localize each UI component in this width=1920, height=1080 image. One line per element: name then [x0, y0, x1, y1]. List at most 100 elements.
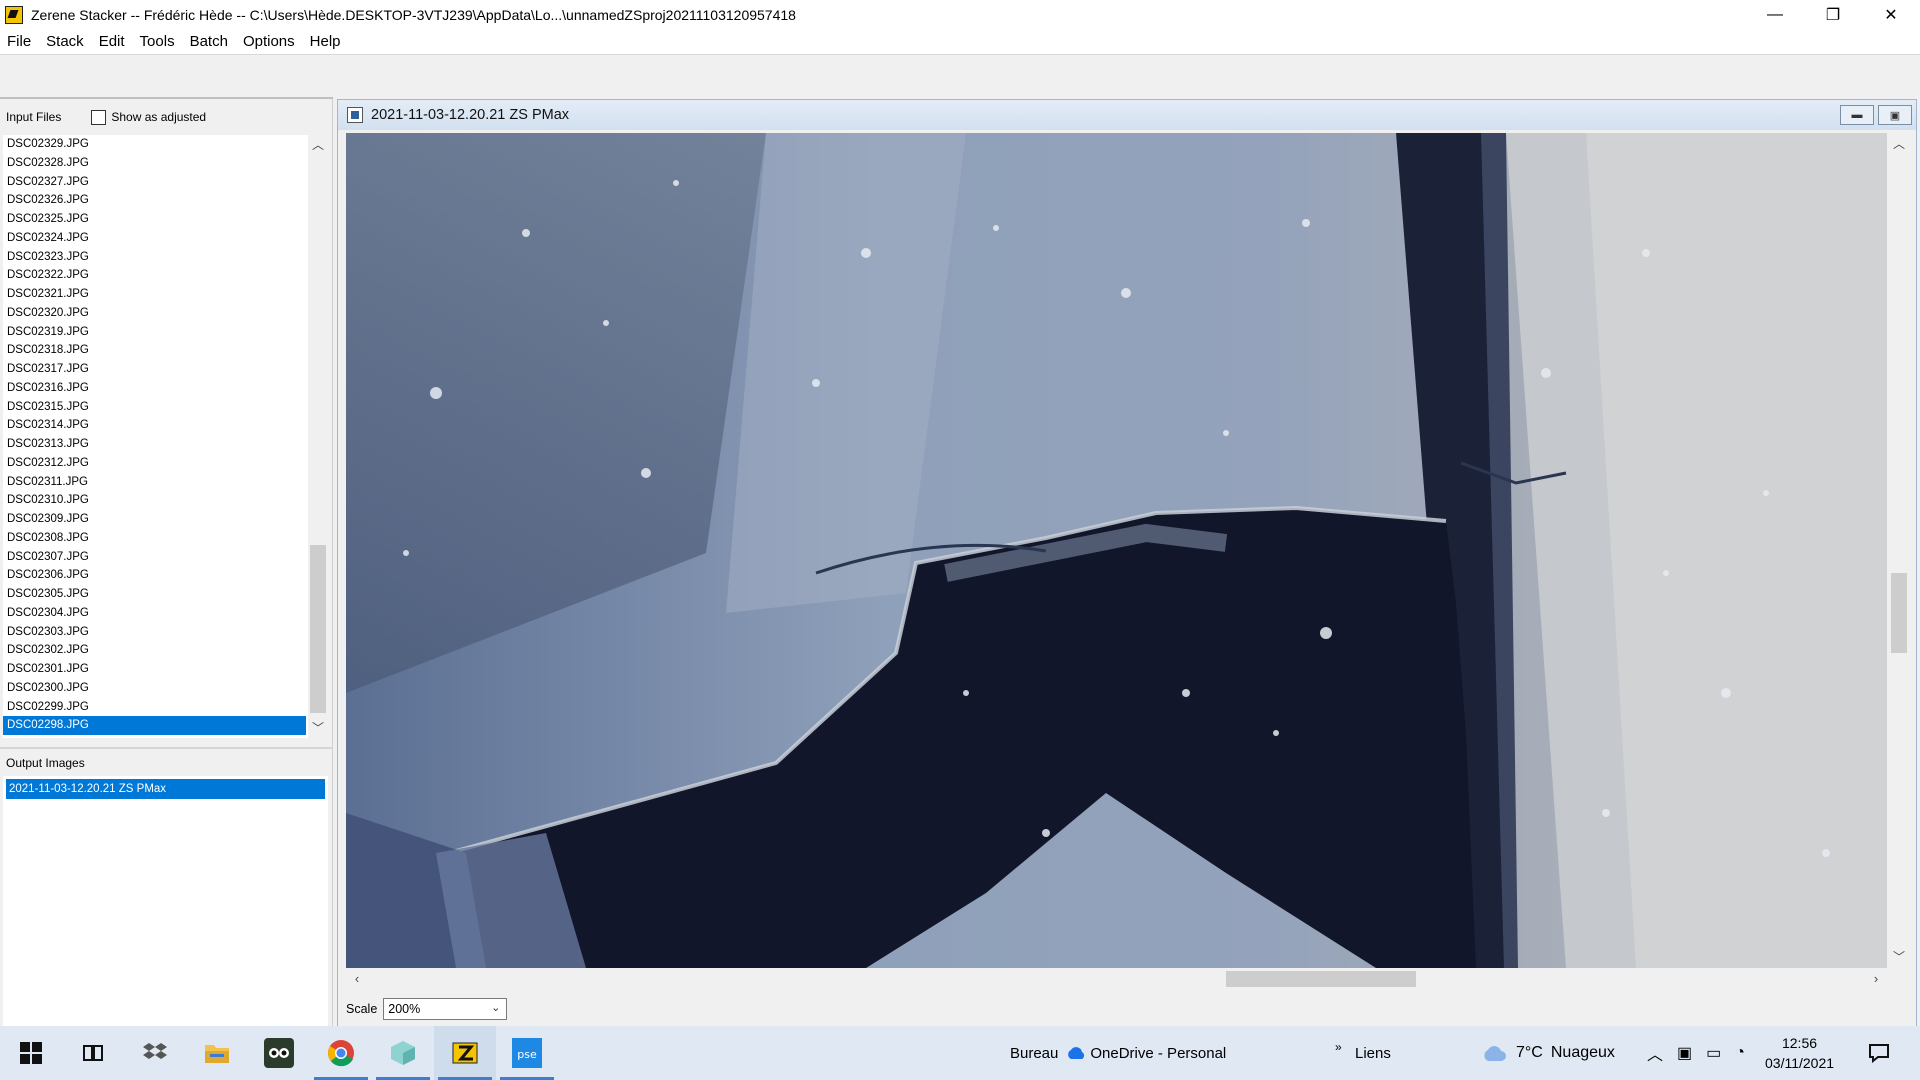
onedrive-item[interactable]: OneDrive - Personal	[1066, 1045, 1226, 1062]
image-minimize-button[interactable]: ▬	[1840, 105, 1874, 125]
file-list-item[interactable]: DSC02304.JPG	[3, 604, 306, 623]
system-clock[interactable]: 12:56 03/11/2021	[1765, 1026, 1834, 1080]
file-list-item[interactable]: DSC02299.JPG	[3, 698, 306, 717]
file-list-item[interactable]: DSC02303.JPG	[3, 623, 306, 642]
menu-tools[interactable]: Tools	[133, 33, 183, 50]
task-view-icon[interactable]	[62, 1026, 124, 1080]
micrograph-image	[346, 133, 1887, 968]
scroll-down-icon[interactable]: ﹀	[308, 718, 328, 738]
menu-file[interactable]: File	[0, 33, 39, 50]
desktop-toolbar: Bureau OneDrive - Personal	[1010, 1026, 1226, 1080]
zerene-app-icon	[5, 5, 23, 24]
file-explorer-icon[interactable]	[186, 1026, 248, 1080]
file-list-item[interactable]: DSC02317.JPG	[3, 360, 306, 379]
scroll-down-icon[interactable]: ﹀	[1887, 946, 1911, 968]
menu-help[interactable]: Help	[303, 33, 349, 50]
file-list-item[interactable]: DSC02310.JPG	[3, 491, 306, 510]
scroll-left-icon[interactable]: ‹	[346, 968, 368, 990]
file-list-item[interactable]: DSC02306.JPG	[3, 566, 306, 585]
battery-icon[interactable]: ▭	[1706, 1043, 1721, 1063]
stacked-image-view[interactable]	[346, 133, 1887, 968]
file-list-item[interactable]: DSC02319.JPG	[3, 323, 306, 342]
horizontal-scroll-thumb[interactable]	[1226, 971, 1416, 987]
menu-batch[interactable]: Batch	[183, 33, 236, 50]
wifi-icon[interactable]: ◔	[1735, 1044, 1745, 1062]
tripadvisor-icon[interactable]	[248, 1026, 310, 1080]
file-list-item[interactable]: DSC02298.JPG	[3, 716, 306, 735]
file-list-item[interactable]: DSC02315.JPG	[3, 398, 306, 417]
output-image-item[interactable]: 2021-11-03-12.20.21 ZS PMax	[6, 779, 325, 799]
menu-bar: File Stack Edit Tools Batch Options Help	[0, 29, 1920, 54]
scroll-thumb[interactable]	[310, 545, 326, 713]
close-button[interactable]: ✕	[1862, 0, 1920, 29]
output-images-list[interactable]: 2021-11-03-12.20.21 ZS PMax	[3, 776, 328, 1028]
file-list-item[interactable]: DSC02322.JPG	[3, 266, 306, 285]
file-list-item[interactable]: DSC02323.JPG	[3, 248, 306, 267]
onedrive-cloud-icon	[1068, 1047, 1085, 1059]
file-list-item[interactable]: DSC02309.JPG	[3, 510, 306, 529]
file-list-item[interactable]: DSC02316.JPG	[3, 379, 306, 398]
file-list-item[interactable]: DSC02314.JPG	[3, 416, 306, 435]
toolbar-area	[0, 54, 1920, 97]
file-list-scrollbar[interactable]: ︿ ﹀	[308, 135, 328, 738]
file-list-item[interactable]: DSC02302.JPG	[3, 641, 306, 660]
svg-text:pse: pse	[517, 1048, 537, 1061]
file-list-item[interactable]: DSC02321.JPG	[3, 285, 306, 304]
file-list-item[interactable]: DSC02313.JPG	[3, 435, 306, 454]
file-list-item[interactable]: DSC02300.JPG	[3, 679, 306, 698]
window-title: Zerene Stacker -- Frédéric Hède -- C:\Us…	[31, 6, 796, 23]
menu-edit[interactable]: Edit	[92, 33, 133, 50]
file-list-item[interactable]: DSC02320.JPG	[3, 304, 306, 323]
photoshop-elements-icon[interactable]: pse	[496, 1026, 558, 1080]
chevron-more-icon[interactable]: »	[1335, 1020, 1342, 1074]
app-cube-icon[interactable]	[372, 1026, 434, 1080]
file-list-item[interactable]: DSC02329.JPG	[3, 135, 306, 154]
left-panel: Input Files Show as adjusted DSC02329.JP…	[0, 97, 333, 1028]
file-list-item[interactable]: DSC02326.JPG	[3, 191, 306, 210]
menu-stack[interactable]: Stack	[39, 33, 92, 50]
scale-dropdown[interactable]: 200% ⌄	[383, 998, 508, 1020]
image-vertical-scrollbar[interactable]: ︿ ﹀	[1887, 133, 1911, 968]
toolbar-bureau[interactable]: Bureau	[1010, 1045, 1058, 1062]
file-list-item[interactable]: DSC02307.JPG	[3, 548, 306, 567]
input-files-header: Input Files Show as adjusted	[0, 97, 333, 135]
windows-start-icon[interactable]	[0, 1026, 62, 1080]
file-list-item[interactable]: DSC02312.JPG	[3, 454, 306, 473]
file-list-item[interactable]: DSC02328.JPG	[3, 154, 306, 173]
scale-control: Scale 200% ⌄	[346, 994, 508, 1024]
show-as-adjusted-checkbox[interactable]	[91, 109, 107, 125]
maximize-button[interactable]: ❐	[1804, 0, 1862, 29]
scroll-up-icon[interactable]: ︿	[1887, 133, 1911, 155]
zerene-stacker-icon[interactable]	[434, 1026, 496, 1080]
file-list-item[interactable]: DSC02324.JPG	[3, 229, 306, 248]
file-list-item[interactable]: DSC02305.JPG	[3, 585, 306, 604]
output-images-label: Output Images	[6, 756, 85, 770]
file-list-item[interactable]: DSC02325.JPG	[3, 210, 306, 229]
scale-value: 200%	[388, 1002, 421, 1016]
meeting-icon[interactable]: ▣	[1677, 1043, 1692, 1063]
liens-toolbar[interactable]: Liens	[1355, 1026, 1391, 1080]
input-files-list[interactable]: DSC02329.JPG DSC02328.JPG DSC02327.JPG DSC0…	[3, 135, 328, 738]
file-list-item[interactable]: DSC02318.JPG	[3, 341, 306, 360]
weather-widget[interactable]: 7°C Nuageux	[1482, 1026, 1615, 1080]
file-list-item[interactable]: DSC02301.JPG	[3, 660, 306, 679]
minimize-button[interactable]: —	[1746, 0, 1804, 29]
onedrive-label: OneDrive - Personal	[1090, 1044, 1227, 1062]
file-rows: DSC02329.JPG DSC02328.JPG DSC02327.JPG DSC0…	[3, 135, 306, 735]
dropbox-icon[interactable]	[124, 1026, 186, 1080]
show-as-adjusted-label[interactable]: Show as adjusted	[111, 110, 206, 124]
chrome-icon[interactable]	[310, 1026, 372, 1080]
scroll-up-icon[interactable]: ︿	[308, 135, 328, 155]
image-horizontal-scrollbar[interactable]: ‹ ›	[346, 968, 1887, 990]
vertical-scroll-thumb[interactable]	[1891, 573, 1907, 653]
notification-center-icon[interactable]	[1868, 1026, 1890, 1080]
menu-options[interactable]: Options	[236, 33, 303, 50]
file-list-item[interactable]: DSC02311.JPG	[3, 473, 306, 492]
output-images-section: Output Images 2021-11-03-12.20.21 ZS PMa…	[0, 747, 333, 1028]
tray-expand-icon[interactable]: ︿	[1647, 1041, 1663, 1065]
scroll-right-icon[interactable]: ›	[1865, 968, 1887, 990]
weather-temp: 7°C	[1516, 1044, 1543, 1061]
image-maximize-button[interactable]: ▣	[1878, 105, 1912, 125]
file-list-item[interactable]: DSC02308.JPG	[3, 529, 306, 548]
file-list-item[interactable]: DSC02327.JPG	[3, 173, 306, 192]
